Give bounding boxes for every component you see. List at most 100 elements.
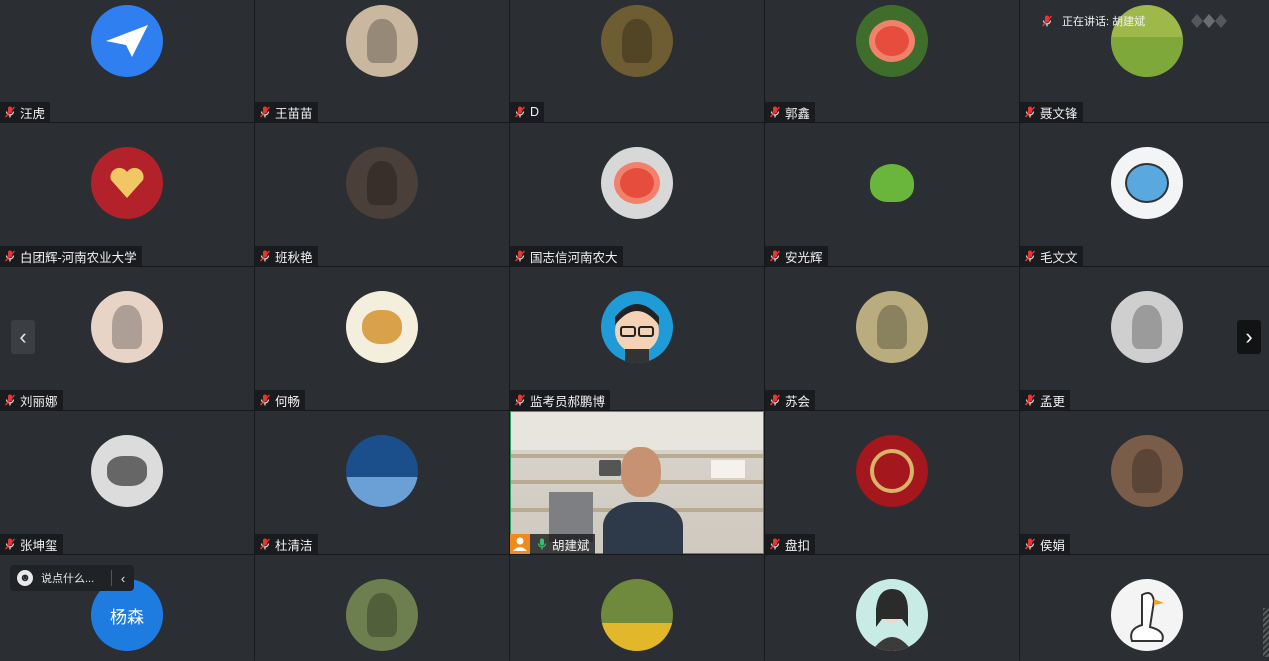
- participant-name-tag: 胡建斌: [510, 534, 595, 554]
- mic-muted-icon: [3, 105, 17, 119]
- signal-logo-icon: [1191, 14, 1229, 28]
- participant-tile[interactable]: 郭鑫: [765, 0, 1019, 122]
- participant-name-tag: 国志信河南农大: [510, 246, 623, 266]
- horse-painting-avatar-icon: [91, 435, 163, 507]
- participant-name: 孟更: [1040, 394, 1066, 409]
- participant-name: 侯娟: [1040, 538, 1066, 553]
- mic-muted-icon: [768, 105, 782, 119]
- lettuce-avatar-icon: [856, 147, 928, 219]
- participant-name-tag: 汪虎: [0, 102, 51, 122]
- participant-name-tag: 王苗苗: [255, 102, 318, 122]
- previous-page-button[interactable]: ‹: [11, 320, 35, 354]
- participant-name: 毛文文: [1040, 250, 1078, 265]
- participant-name-tag: 班秋艳: [255, 246, 318, 266]
- active-speaker-label: 正在讲话: 胡建斌: [1062, 16, 1146, 28]
- goose-cartoon-avatar-icon: [1110, 579, 1183, 651]
- participant-tile[interactable]: 国志信河南农大: [510, 123, 764, 266]
- chevron-left-icon: ‹: [19, 324, 27, 349]
- participant-tile[interactable]: [1020, 555, 1269, 661]
- participant-name: D: [530, 105, 540, 119]
- participant-tile[interactable]: 盘扣: [765, 411, 1019, 554]
- host-user-icon: [510, 534, 530, 554]
- mic-muted-icon: [768, 393, 782, 407]
- participant-name: 郭鑫: [785, 106, 811, 121]
- active-speaker-indicator: 正在讲话: 胡建斌: [1040, 10, 1229, 32]
- participant-tile[interactable]: 胡建斌: [510, 411, 764, 554]
- mic-muted-icon: [513, 393, 527, 407]
- participant-name-tag: 苏会: [765, 390, 816, 410]
- participant-tile[interactable]: 班秋艳: [255, 123, 509, 266]
- mic-muted-icon: [1040, 14, 1054, 28]
- mic-muted-icon: [1023, 393, 1037, 407]
- participant-tile[interactable]: 毛文文: [1020, 123, 1269, 266]
- chat-input-bar[interactable]: ☻ 说点什么... ‹: [10, 565, 134, 591]
- participant-tile[interactable]: 王苗苗: [255, 0, 509, 122]
- participant-tile[interactable]: [510, 555, 764, 661]
- participant-tile[interactable]: 苏会: [765, 267, 1019, 410]
- mic-muted-icon: [1023, 537, 1037, 551]
- mic-muted-icon: [3, 393, 17, 407]
- participant-tile[interactable]: 刘丽娜: [0, 267, 254, 410]
- participant-name-tag: 孟更: [1020, 390, 1071, 410]
- participant-tile[interactable]: 侯娟: [1020, 411, 1269, 554]
- lake-avatar-icon: [346, 435, 418, 507]
- participant-name-tag: D: [510, 102, 545, 122]
- participant-tile[interactable]: 安光辉: [765, 123, 1019, 266]
- participant-name-tag: 安光辉: [765, 246, 828, 266]
- mic-muted-icon: [513, 249, 527, 263]
- mic-muted-icon: [3, 249, 17, 263]
- mic-muted-icon: [1023, 249, 1037, 263]
- participant-tile[interactable]: D: [510, 0, 764, 122]
- participant-name-tag: 聂文锋: [1020, 102, 1083, 122]
- participant-grid: 汪虎 王苗苗 D 郭鑫 聂文锋白团辉-河南农业大学 班秋艳 国志信河南农大 安光辉 毛文文刘丽娜…: [0, 0, 1269, 661]
- participant-tile[interactable]: 汪虎: [0, 0, 254, 122]
- emoji-icon[interactable]: ☻: [17, 570, 33, 586]
- participant-name: 盘扣: [785, 538, 811, 553]
- cat-drawing-avatar-icon: [346, 291, 418, 363]
- participant-name: 张坤玺: [20, 538, 58, 553]
- participant-tile[interactable]: 白团辉-河南农业大学: [0, 123, 254, 266]
- participant-name: 国志信河南农大: [530, 250, 618, 265]
- participant-name-tag: 侯娟: [1020, 534, 1071, 554]
- participant-tile[interactable]: 杜清洁: [255, 411, 509, 554]
- participant-name: 胡建斌: [552, 538, 590, 553]
- participant-name: 王苗苗: [275, 106, 313, 121]
- photo-avatar-icon: [346, 5, 418, 77]
- mic-muted-icon: [768, 537, 782, 551]
- participant-tile[interactable]: 何畅: [255, 267, 509, 410]
- mic-muted-icon: [3, 537, 17, 551]
- participant-name: 聂文锋: [1040, 106, 1078, 121]
- participant-name: 何畅: [275, 394, 301, 409]
- participant-tile[interactable]: [765, 555, 1019, 661]
- sunflower-avatar-icon: [601, 579, 673, 651]
- mic-muted-icon: [258, 249, 272, 263]
- participant-tile[interactable]: 孟更: [1020, 267, 1269, 410]
- participant-tile[interactable]: [255, 555, 509, 661]
- red-ornament-avatar-icon: [856, 435, 928, 507]
- participant-name: 安光辉: [785, 250, 823, 265]
- participant-name-tag: 杜清洁: [255, 534, 318, 554]
- participant-name-tag: 刘丽娜: [0, 390, 63, 410]
- photo-avatar-icon: [1110, 435, 1183, 507]
- next-page-button[interactable]: ›: [1237, 320, 1261, 354]
- participant-tile[interactable]: 张坤玺: [0, 411, 254, 554]
- participant-name: 监考员郝鹏博: [530, 394, 606, 409]
- participant-name-tag: 郭鑫: [765, 102, 816, 122]
- collapse-chat-button[interactable]: ‹: [112, 571, 134, 586]
- photo-avatar-icon: [1110, 291, 1183, 363]
- chat-input[interactable]: 说点什么...: [41, 570, 94, 586]
- mic-muted-icon: [258, 105, 272, 119]
- participant-name-tag: 盘扣: [765, 534, 816, 554]
- participant-name: 苏会: [785, 394, 811, 409]
- participant-video: [510, 411, 764, 554]
- resize-grip[interactable]: [1263, 608, 1269, 657]
- participant-tile[interactable]: 监考员郝鹏博: [510, 267, 764, 410]
- cartoon-avatar-icon: [1110, 147, 1183, 219]
- participant-name-tag: 监考员郝鹏博: [510, 390, 611, 410]
- photo-avatar-icon: [346, 147, 418, 219]
- mic-muted-icon: [1023, 105, 1037, 119]
- participant-name: 刘丽娜: [20, 394, 58, 409]
- participant-name-tag: 白团辉-河南农业大学: [0, 246, 142, 266]
- participant-name-tag: 张坤玺: [0, 534, 63, 554]
- mic-on-icon: [535, 537, 549, 551]
